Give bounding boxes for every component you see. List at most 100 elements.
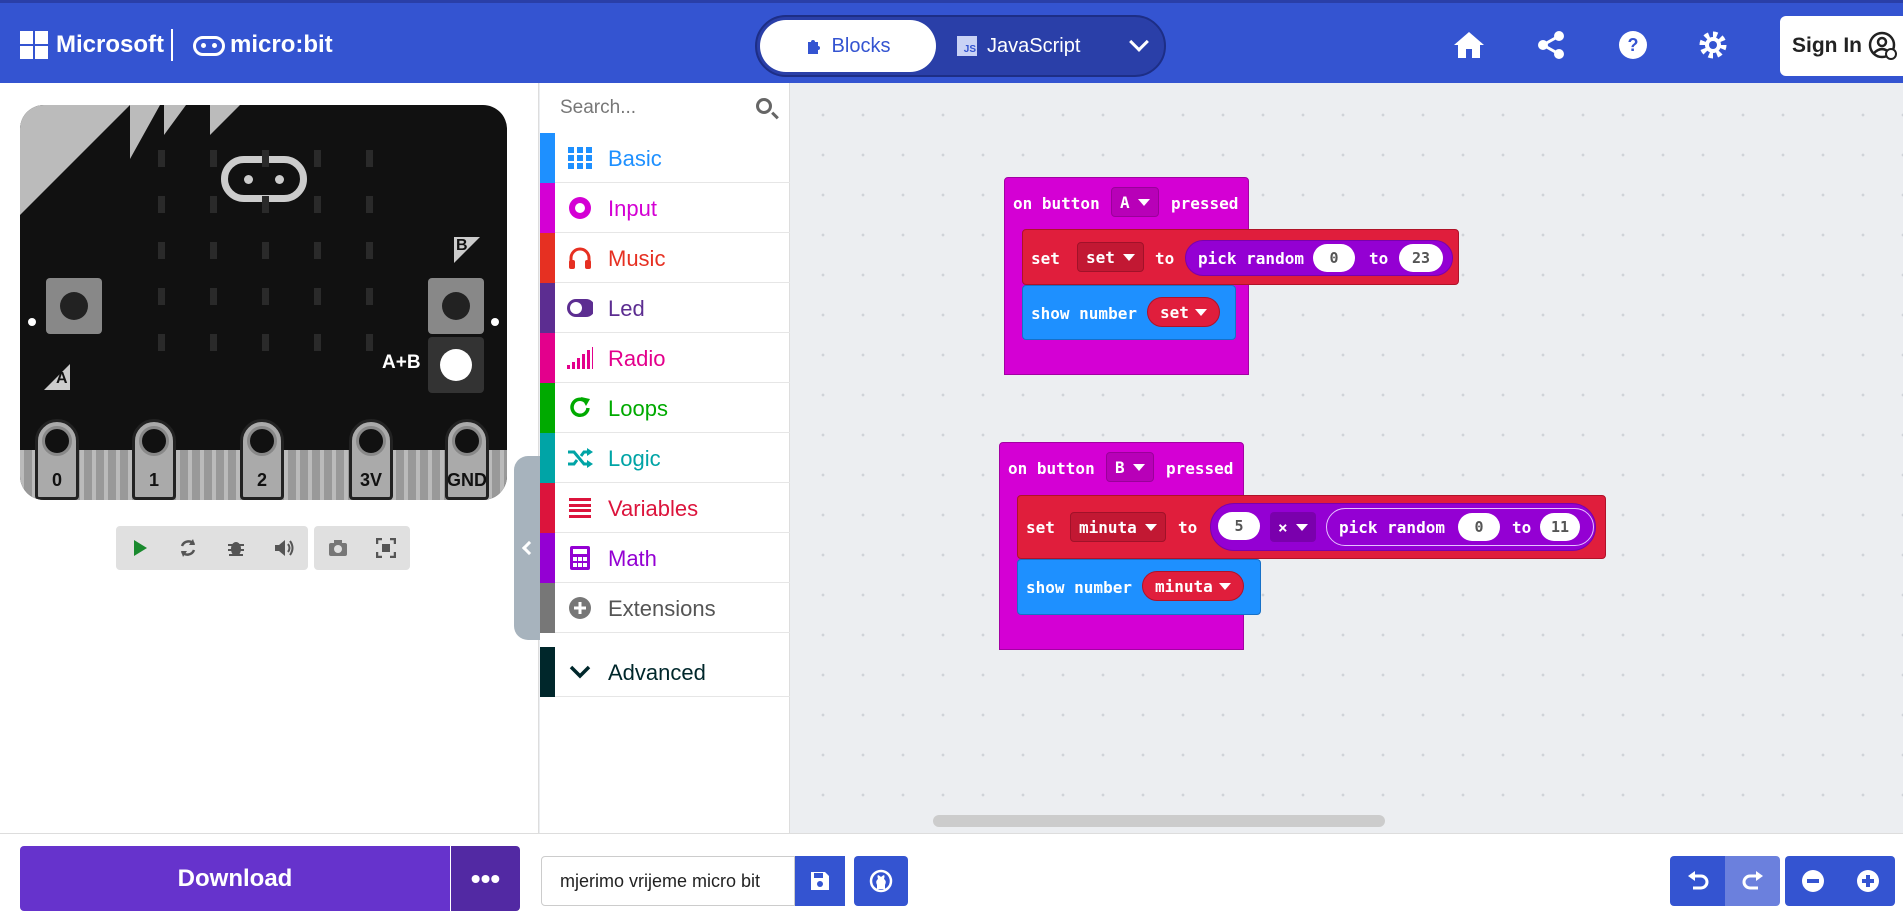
led-1-1: [210, 196, 217, 213]
led-1-4: [366, 196, 373, 213]
category-variables[interactable]: Variables: [540, 483, 790, 533]
button-ab-label: A+B: [382, 352, 421, 373]
fullscreen-icon[interactable]: [362, 526, 410, 570]
led-4-1: [210, 334, 217, 351]
blocks-mode-label: Blocks: [831, 34, 891, 57]
pin-0[interactable]: 0: [35, 419, 79, 500]
button-b[interactable]: [428, 278, 484, 334]
led-4-2: [262, 334, 269, 351]
share-icon[interactable]: [1531, 25, 1571, 65]
restart-icon[interactable]: [164, 526, 212, 570]
category-music[interactable]: Music: [540, 233, 790, 283]
editor-mode-toggle: Blocks JS JavaScript: [755, 15, 1166, 77]
simulator-panel: A B A+B 0 1 2 3V GND: [0, 83, 540, 833]
pin-2[interactable]: 2: [240, 419, 284, 500]
blocks-workspace[interactable]: [791, 83, 1903, 833]
random-min-field[interactable]: 0: [1313, 244, 1355, 272]
operator-dropdown[interactable]: ×: [1270, 512, 1316, 542]
gear-icon[interactable]: [1693, 25, 1733, 65]
zoom-in-icon[interactable]: [1840, 856, 1895, 906]
account-icon: [1868, 31, 1897, 60]
category-radio[interactable]: Radio: [540, 333, 790, 383]
sim-controls-main: [116, 526, 308, 570]
board-notches: [130, 105, 240, 159]
category-color-bar: [540, 433, 555, 483]
minuta-dropdown[interactable]: minuta: [1070, 512, 1166, 542]
grid-icon: [567, 145, 593, 171]
category-advanced[interactable]: Advanced: [540, 647, 790, 697]
debug-bug-icon[interactable]: [212, 526, 260, 570]
more-options-button[interactable]: •••: [451, 846, 520, 911]
undo-icon[interactable]: [1670, 856, 1725, 906]
random-max-field[interactable]: 23: [1399, 244, 1443, 272]
random-max-field-b[interactable]: 11: [1540, 513, 1580, 541]
led-3-3: [314, 288, 321, 305]
plus-circle-icon: [567, 595, 593, 621]
led-4-3: [314, 334, 321, 351]
category-extensions[interactable]: Extensions: [540, 583, 790, 633]
led-3-0: [158, 288, 165, 305]
microbit-brand[interactable]: micro:bit: [230, 31, 333, 59]
brand-divider: [171, 29, 173, 61]
project-name-input[interactable]: mjerimo vrijeme micro bit: [541, 856, 795, 906]
led-2-2: [262, 242, 269, 259]
pin-gnd[interactable]: GND: [445, 419, 489, 500]
collapse-simulator-button[interactable]: [514, 456, 540, 640]
blocks-mode-button[interactable]: Blocks: [760, 20, 936, 72]
led-2-1: [210, 242, 217, 259]
shuffle-icon: [567, 445, 593, 471]
board-corner: [20, 105, 130, 215]
help-icon[interactable]: ?: [1613, 25, 1653, 65]
category-color-bar: [540, 533, 555, 583]
variable-reporter[interactable]: set: [1147, 297, 1220, 327]
variable-dropdown[interactable]: set: [1077, 242, 1144, 272]
microsoft-brand[interactable]: Microsoft: [56, 31, 164, 59]
microsoft-logo-icon[interactable]: [20, 31, 48, 59]
workspace-horizontal-scrollbar[interactable]: [933, 815, 1385, 827]
sign-in-button[interactable]: Sign In: [1780, 16, 1903, 76]
pin-1[interactable]: 1: [132, 419, 176, 500]
toolbox-search-input[interactable]: Search...: [540, 83, 790, 133]
github-icon[interactable]: [854, 856, 908, 906]
loop-arrow-icon: [567, 395, 593, 421]
category-color-bar: [540, 483, 555, 533]
search-icon[interactable]: [756, 98, 772, 114]
set-minuta-block[interactable]: set minuta to 5 × pick random 0 to 11: [1017, 495, 1606, 559]
random-min-field-b[interactable]: 0: [1458, 513, 1500, 541]
screenshot-icon[interactable]: [314, 526, 362, 570]
sign-in-label: Sign In: [1792, 34, 1862, 57]
microbit-logo-icon[interactable]: [193, 36, 225, 56]
download-button[interactable]: Download: [20, 846, 450, 911]
home-icon[interactable]: [1449, 25, 1489, 65]
category-logic[interactable]: Logic: [540, 433, 790, 483]
redo-icon[interactable]: [1725, 856, 1780, 906]
button-ab[interactable]: [428, 337, 484, 393]
set-variable-block[interactable]: set set to pick random 0 to 23: [1022, 229, 1459, 285]
category-basic[interactable]: Basic: [540, 133, 790, 183]
signal-bars-icon: [567, 345, 593, 371]
zoom-out-icon[interactable]: [1785, 856, 1840, 906]
category-math[interactable]: Math: [540, 533, 790, 583]
button-a-dropdown[interactable]: A: [1111, 187, 1159, 217]
category-label: Music: [608, 246, 666, 271]
save-icon[interactable]: [795, 856, 845, 906]
minuta-reporter[interactable]: minuta: [1142, 571, 1244, 601]
led-0-1: [210, 150, 217, 167]
sound-icon[interactable]: [260, 526, 308, 570]
javascript-mode-button[interactable]: JS JavaScript: [957, 20, 1107, 72]
category-led[interactable]: Led: [540, 283, 790, 333]
category-loops[interactable]: Loops: [540, 383, 790, 433]
button-a[interactable]: [46, 278, 102, 334]
category-label: Variables: [608, 496, 699, 521]
category-color-bar: [540, 183, 555, 233]
button-b-dropdown[interactable]: B: [1106, 452, 1154, 482]
show-number-block[interactable]: show number set: [1022, 285, 1236, 340]
led-0-0: [158, 150, 165, 167]
factor-field[interactable]: 5: [1218, 512, 1260, 540]
category-input[interactable]: Input: [540, 183, 790, 233]
show-number-minuta-block[interactable]: show number minuta: [1017, 559, 1261, 615]
pin-3v[interactable]: 3V: [349, 419, 393, 500]
chevron-down-icon[interactable]: [1129, 32, 1149, 52]
play-icon[interactable]: [116, 526, 164, 570]
toggle-icon: [567, 295, 593, 321]
